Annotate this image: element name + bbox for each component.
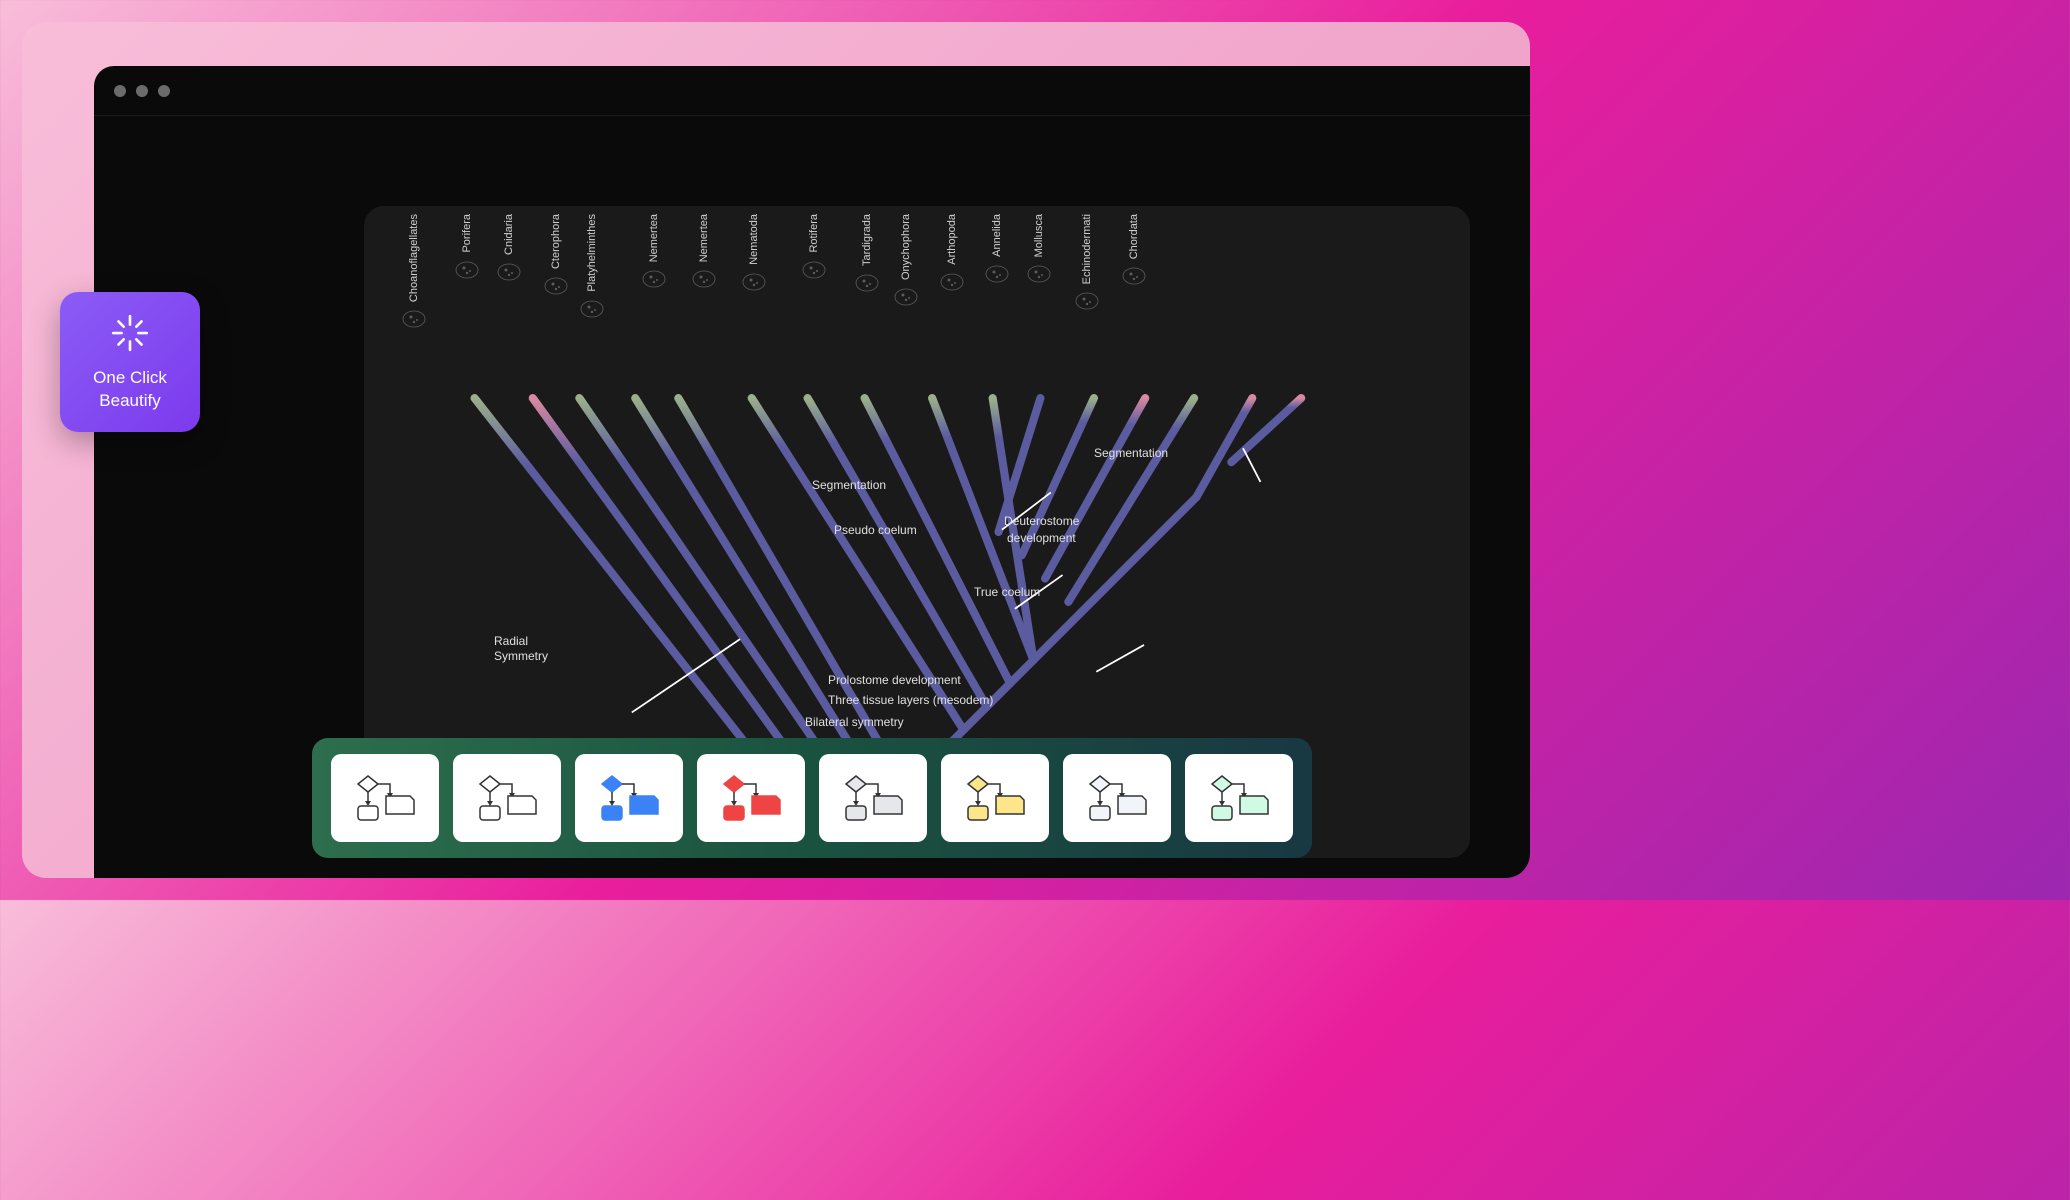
taxon-label: Nemertea xyxy=(648,214,660,262)
organism-icon xyxy=(399,306,429,332)
taxon-6: Nemertea xyxy=(684,214,724,292)
taxon-label: Porifera xyxy=(461,214,473,253)
organism-icon xyxy=(689,266,719,292)
taxon-label: Choanoflagellates xyxy=(408,214,420,302)
organism-icon xyxy=(852,270,882,296)
window-minimize-icon[interactable] xyxy=(136,85,148,97)
organism-icon xyxy=(494,259,524,285)
outer-panel: Choanoflagellates Porifera Cnidaria Cteroph… xyxy=(22,22,1530,878)
taxon-12: Annelida xyxy=(977,214,1017,287)
taxon-label: Tardigrada xyxy=(861,214,873,266)
annotation-5: True coelum xyxy=(974,585,1040,599)
taxa-row: Choanoflagellates Porifera Cnidaria Cteroph… xyxy=(364,214,1470,344)
annotation-10: Bilateral symmetry xyxy=(805,715,904,729)
taxon-label: Chordata xyxy=(1128,214,1140,259)
window-close-icon[interactable] xyxy=(114,85,126,97)
taxon-label: Mollusca xyxy=(1033,214,1045,257)
window-maximize-icon[interactable] xyxy=(158,85,170,97)
taxon-label: Echinodermati xyxy=(1081,214,1093,284)
organism-icon xyxy=(982,261,1012,287)
taxon-label: Cnidaria xyxy=(503,214,515,255)
organism-icon xyxy=(577,296,607,322)
annotation-1: Segmentation xyxy=(812,478,886,492)
taxon-1: Porifera xyxy=(447,214,487,283)
taxon-3: Cterophora xyxy=(536,214,576,299)
taxon-label: Annelida xyxy=(991,214,1003,257)
annotation-9: Three tissue layers (mesodem) xyxy=(828,693,993,707)
organism-icon xyxy=(1024,261,1054,287)
annotation-4: development xyxy=(1007,531,1076,545)
taxon-2: Cnidaria xyxy=(489,214,529,285)
taxon-7: Nematoda xyxy=(734,214,774,295)
taxon-label: Platyhelminthes xyxy=(586,214,598,292)
taxon-label: Nemertea xyxy=(698,214,710,262)
taxon-label: Cterophora xyxy=(550,214,562,269)
style-option-yellow[interactable] xyxy=(941,754,1049,842)
taxon-15: Chordata xyxy=(1114,214,1154,289)
organism-icon xyxy=(452,257,482,283)
organism-icon xyxy=(541,273,571,299)
taxon-8: Rotifera xyxy=(794,214,834,283)
organism-icon xyxy=(1119,263,1149,289)
taxon-label: Onychophora xyxy=(900,214,912,280)
app-window: Choanoflagellates Porifera Cnidaria Cteroph… xyxy=(94,66,1530,878)
annotation-3: Deuterostome xyxy=(1004,514,1079,528)
annotation-8: Prolostome development xyxy=(828,673,961,687)
organism-icon xyxy=(799,257,829,283)
taxon-label: Nematoda xyxy=(748,214,760,265)
organism-icon xyxy=(739,269,769,295)
annotation-2: Pseudo coelum xyxy=(834,523,917,537)
organism-icon xyxy=(639,266,669,292)
badge-text: One ClickBeautify xyxy=(93,367,167,411)
taxon-label: Rotifera xyxy=(808,214,820,253)
taxon-10: Onychophora xyxy=(886,214,926,310)
taxon-label: Arthopoda xyxy=(946,214,958,265)
taxon-0: Choanoflagellates xyxy=(394,214,434,332)
annotation-6: Radial xyxy=(494,634,528,648)
titlebar xyxy=(94,66,1530,116)
taxon-14: Echinodermati xyxy=(1067,214,1107,314)
taxon-9: Tardigrada xyxy=(847,214,887,296)
style-option-default-outline-2[interactable] xyxy=(453,754,561,842)
annotation-7: Symmetry xyxy=(494,649,548,663)
style-option-mint[interactable] xyxy=(1185,754,1293,842)
style-option-default-outline[interactable] xyxy=(331,754,439,842)
organism-icon xyxy=(1072,288,1102,314)
organism-icon xyxy=(891,284,921,310)
style-option-blue[interactable] xyxy=(575,754,683,842)
style-tray xyxy=(312,738,1312,858)
annotation-0: Segmentation xyxy=(1094,446,1168,460)
taxon-5: Nemertea xyxy=(634,214,674,292)
organism-icon xyxy=(937,269,967,295)
one-click-beautify-button[interactable]: One ClickBeautify xyxy=(60,292,200,432)
taxon-11: Arthopoda xyxy=(932,214,972,295)
style-option-pale[interactable] xyxy=(1063,754,1171,842)
taxon-4: Platyhelminthes xyxy=(572,214,612,322)
style-option-light-gray[interactable] xyxy=(819,754,927,842)
sparkle-icon xyxy=(109,312,151,359)
style-option-red[interactable] xyxy=(697,754,805,842)
taxon-13: Mollusca xyxy=(1019,214,1059,287)
